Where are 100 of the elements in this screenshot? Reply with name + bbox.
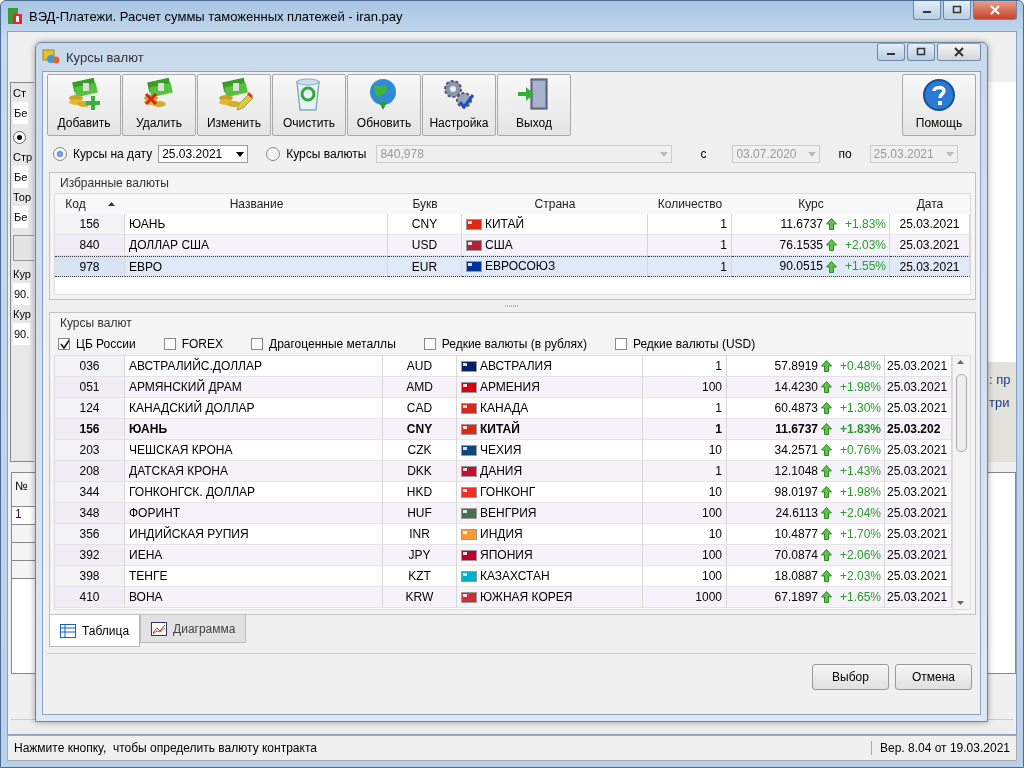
table-icon — [60, 623, 76, 638]
help-icon — [922, 78, 956, 112]
toolbar-button[interactable]: Удалить — [122, 74, 196, 136]
rate-value: 76.1535 — [779, 236, 823, 254]
chart-icon — [151, 621, 168, 636]
tab[interactable]: Таблица — [49, 615, 141, 647]
arrow-up-icon — [826, 260, 837, 273]
scroll-down-icon[interactable] — [957, 601, 964, 605]
table-cell: 356 — [55, 524, 125, 545]
arrow-up-icon — [821, 381, 832, 393]
table-cell: 208 — [55, 461, 125, 482]
toolbar-button[interactable]: Настройка — [422, 74, 496, 136]
table-cell: ИЕНА — [125, 545, 383, 566]
field-label: с — [700, 147, 707, 161]
vertical-scrollbar[interactable] — [952, 356, 969, 609]
scroll-thumb[interactable] — [956, 374, 967, 452]
rate-change: +1.65% — [838, 588, 881, 606]
checkbox[interactable] — [163, 338, 176, 350]
date-field[interactable]: 25.03.2021 — [158, 145, 249, 163]
toolbar-button[interactable]: Обновить — [347, 74, 421, 136]
input-field[interactable]: Бе — [13, 206, 29, 228]
column-header[interactable]: Название — [125, 197, 388, 211]
toolbar-button[interactable]: Очистить — [272, 74, 346, 136]
minimize-button[interactable] — [913, 1, 941, 20]
country-name: ДАНИЯ — [480, 462, 523, 480]
rate-value: 10.4877 — [774, 525, 818, 543]
checkbox[interactable] — [614, 338, 627, 350]
radio-button[interactable] — [266, 147, 281, 161]
maximize-button[interactable] — [943, 1, 971, 20]
checkbox[interactable] — [423, 338, 436, 350]
table-cell: 1 — [643, 461, 727, 482]
input-field[interactable]: Бе — [13, 166, 29, 188]
minimize-button[interactable] — [877, 43, 905, 61]
toolbar-button[interactable]: Выход — [497, 74, 571, 136]
checkbox-label: ЦБ России — [76, 337, 136, 351]
checkbox-label: Драгоценные металлы — [269, 337, 396, 351]
rate-value: 90.0515 — [779, 258, 823, 275]
table-cell: 156 — [55, 419, 125, 440]
arrow-up-icon — [821, 507, 832, 519]
arrow-up-icon — [821, 570, 832, 582]
dialog-button[interactable]: Отмена — [895, 664, 972, 690]
table-cell: 100 — [643, 545, 727, 566]
table-cell: 25.03.2021 — [885, 587, 952, 608]
arrow-up-icon — [821, 465, 832, 477]
table-cell: 410 — [55, 587, 125, 608]
table-cell: ДАТСКАЯ КРОНА — [125, 461, 383, 482]
close-button[interactable] — [937, 43, 981, 61]
rate-change: +0.48% — [838, 357, 881, 375]
input-field[interactable]: Бе — [13, 102, 29, 124]
toolbar-button[interactable]: Добавить — [47, 74, 121, 136]
table-cell: 124 — [55, 398, 125, 419]
table-cell: АРМЯНСКИЙ ДРАМ — [125, 377, 383, 398]
maximize-button[interactable] — [907, 43, 935, 61]
column-header[interactable]: Код — [65, 197, 86, 211]
checkbox-label: FOREX — [181, 337, 223, 351]
country-name: КИТАЙ — [480, 420, 520, 438]
radio-button[interactable] — [13, 131, 26, 144]
arrow-up-icon — [821, 486, 832, 498]
checkbox[interactable] — [251, 338, 263, 350]
input-field[interactable]: 90. — [13, 323, 31, 345]
column-header[interactable]: Страна — [462, 197, 648, 211]
radio-button[interactable] — [53, 147, 67, 161]
table-cell: 100 — [643, 377, 727, 398]
group-title: Избранные валюты — [59, 175, 170, 192]
toolbar-button[interactable]: Изменить — [197, 74, 271, 136]
country-name: АВСТРАЛИЯ — [480, 357, 552, 375]
input-field[interactable]: 90. — [13, 283, 31, 305]
column-header[interactable]: Количество — [648, 197, 732, 211]
app-icon — [7, 7, 23, 25]
table-cell: 978 — [55, 256, 125, 277]
rate-change: +1.30% — [838, 399, 881, 417]
country-name: ВЕНГРИЯ — [480, 504, 537, 522]
currency-icon — [42, 49, 60, 65]
dialog-button[interactable]: Выбор — [812, 664, 889, 690]
help-button[interactable]: Помощь — [902, 74, 976, 136]
arrow-up-icon — [826, 239, 837, 251]
table-cell: 156 — [55, 214, 125, 235]
dropdown-icon — [660, 151, 669, 157]
rate-change: +0.76% — [838, 441, 881, 459]
field-label: Кур — [13, 268, 31, 280]
country-name: ЕВРОСОЮЗ — [485, 258, 556, 275]
table-cell: 25.03.2021 — [885, 377, 952, 398]
arrow-up-icon — [821, 591, 832, 603]
table-cell: ЕВРО — [125, 256, 388, 277]
table-cell: DKK — [383, 461, 457, 482]
tab[interactable]: Диаграмма — [140, 615, 247, 643]
checkbox[interactable] — [58, 338, 70, 350]
close-button[interactable] — [973, 1, 1017, 20]
table-cell: 036 — [55, 356, 125, 377]
radio-label: Курсы валюты — [286, 147, 367, 161]
column-header[interactable]: Курс — [732, 197, 890, 211]
rate-change: +1.70% — [838, 525, 881, 543]
table-cell: 1000 — [643, 587, 727, 608]
column-header[interactable]: Дата — [890, 197, 970, 211]
scroll-up-icon[interactable] — [957, 360, 964, 364]
table-cell: 348 — [55, 503, 125, 524]
table-cell: 25.03.202 — [885, 419, 952, 440]
dropdown-icon — [236, 151, 245, 157]
column-header[interactable]: Букв — [388, 197, 462, 211]
splitter-grip-icon[interactable] — [504, 304, 519, 308]
